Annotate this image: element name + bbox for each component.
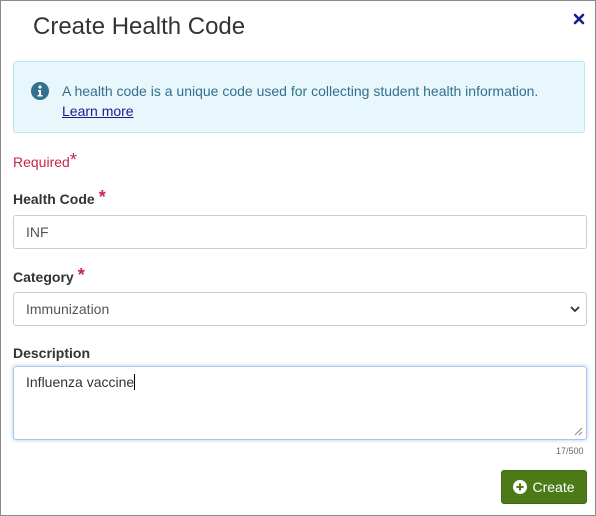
create-button[interactable]: Create [501, 470, 587, 504]
health-code-input[interactable]: INF [13, 215, 587, 249]
dialog-title: Create Health Code [33, 13, 246, 40]
category-selected-value: Immunization [26, 301, 110, 317]
create-health-code-dialog: Create Health Code A health code is a un… [0, 0, 596, 516]
description-label: Description [13, 345, 90, 361]
character-counter: 17/500 [556, 446, 584, 456]
info-circle-icon [31, 82, 49, 100]
resize-handle-icon[interactable] [574, 427, 583, 436]
info-alert: A health code is a unique code used for … [13, 61, 585, 133]
required-star: * [77, 265, 85, 285]
category-label: Category * [13, 265, 85, 287]
health-code-label: Health Code * [13, 187, 106, 209]
info-message: A health code is a unique code used for … [62, 83, 539, 99]
health-code-value: INF [26, 224, 49, 240]
create-button-label: Create [532, 479, 575, 495]
required-star: * [69, 150, 77, 170]
required-text: Required [13, 154, 70, 170]
text-caret [134, 374, 136, 390]
close-icon[interactable] [572, 10, 586, 28]
required-star: * [98, 187, 106, 207]
chevron-down-icon [570, 306, 580, 313]
description-textarea[interactable]: Influenza vaccine [13, 366, 587, 440]
category-label-text: Category [13, 269, 74, 285]
description-label-text: Description [13, 345, 91, 361]
info-text: A health code is a unique code used for … [62, 81, 538, 121]
plus-circle-icon [513, 480, 528, 494]
learn-more-link[interactable]: Learn more [62, 103, 134, 119]
required-legend: Required* [13, 150, 77, 172]
category-select[interactable]: Immunization [13, 292, 587, 326]
description-value: Influenza vaccine [26, 374, 135, 390]
health-code-label-text: Health Code [13, 191, 95, 207]
